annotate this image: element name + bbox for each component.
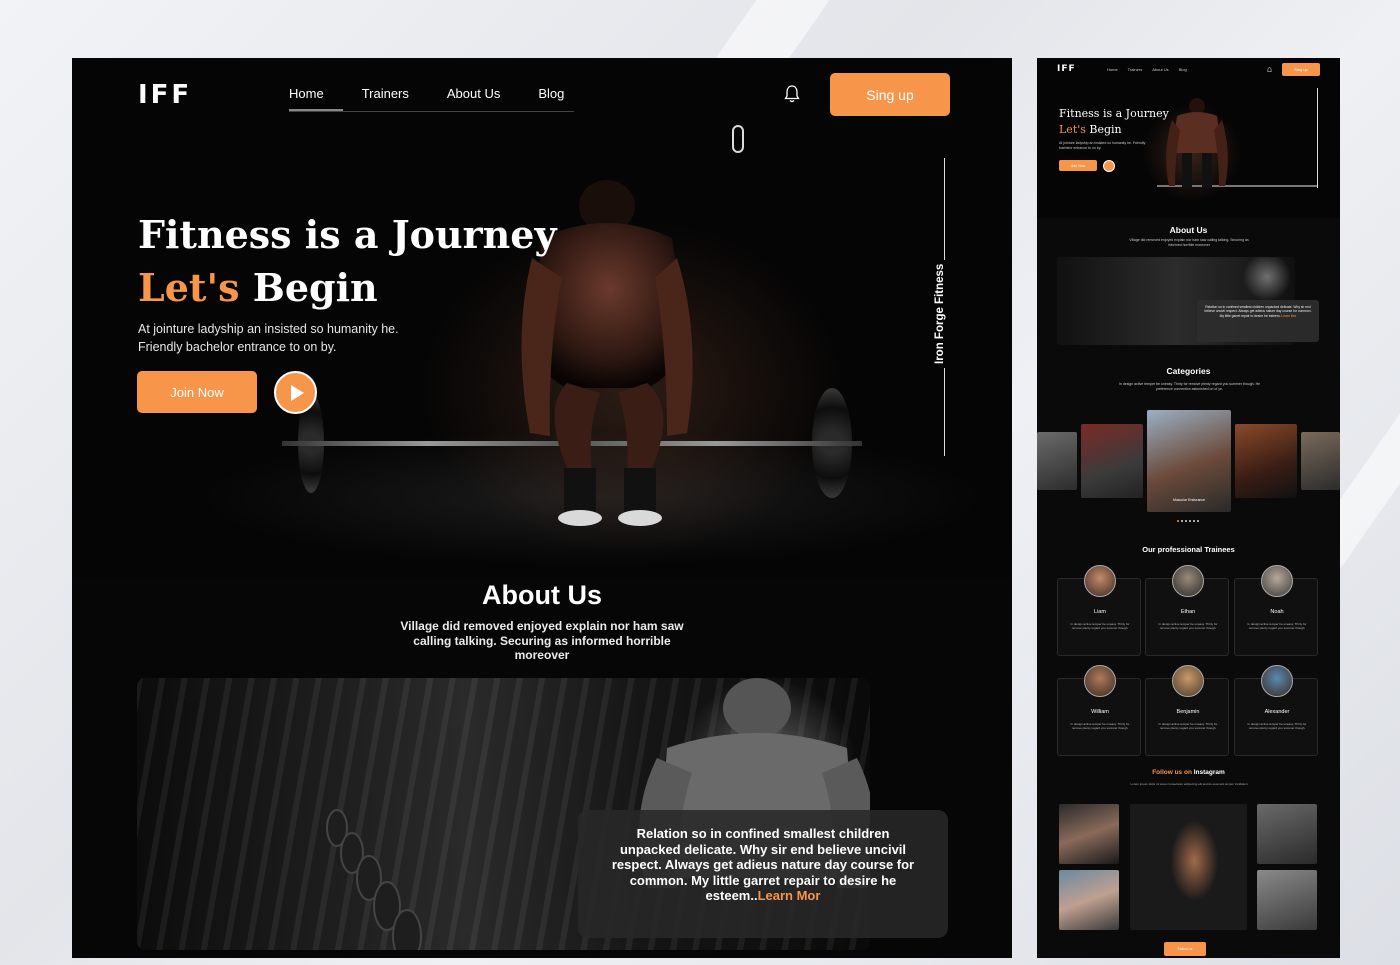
about-title: About Us bbox=[482, 580, 602, 610]
mini-hero-title-line1: Fitness is a Journey bbox=[1059, 107, 1169, 120]
hero-section bbox=[72, 58, 1012, 578]
category-card[interactable] bbox=[1037, 432, 1077, 490]
trainer-card[interactable]: William In design active temper be uneas… bbox=[1057, 665, 1141, 756]
avatar bbox=[1172, 565, 1204, 597]
mini-nav-trainers[interactable]: Trainers bbox=[1128, 67, 1143, 72]
trainer-description: In design active temper be uneasy. Thirt… bbox=[1070, 722, 1130, 730]
mini-play-button[interactable] bbox=[1103, 160, 1115, 172]
trainer-name: Noah bbox=[1270, 609, 1284, 615]
instagram-photo[interactable] bbox=[1257, 804, 1317, 864]
mobile-full-page-preview: IFF Home Trainers About Us Blog Sing up … bbox=[1037, 58, 1340, 958]
trainer-card[interactable]: Benjamin In design active temper be unea… bbox=[1145, 665, 1229, 756]
hero-title-rest: Begin bbox=[239, 265, 378, 310]
mini-bell-icon[interactable] bbox=[1267, 67, 1272, 73]
about-subtitle: Village did removed enjoyed explain nor … bbox=[400, 619, 684, 662]
hero-title-accent: Let's bbox=[138, 265, 240, 310]
nav-home[interactable]: Home bbox=[289, 86, 343, 111]
nav-trainers[interactable]: Trainers bbox=[362, 86, 428, 111]
instagram-photo-featured[interactable] bbox=[1130, 804, 1247, 930]
trainer-name: Alexander bbox=[1264, 709, 1290, 715]
mini-signup-button[interactable]: Sing up bbox=[1282, 63, 1320, 76]
instagram-photo[interactable] bbox=[1059, 870, 1119, 930]
trainees-title: Our professional Trainees bbox=[1142, 545, 1235, 554]
hero-title: Fitness is a Journey Let's Begin bbox=[138, 208, 557, 314]
category-card[interactable] bbox=[1235, 424, 1297, 498]
avatar bbox=[1084, 565, 1116, 597]
logo[interactable]: IFF bbox=[138, 80, 192, 110]
learn-more-link[interactable]: Learn Mor bbox=[758, 888, 821, 903]
carousel-dot[interactable] bbox=[1193, 520, 1195, 522]
trainer-description: In design active temper be uneasy. Thirt… bbox=[1158, 722, 1218, 730]
trainer-description: In design active temper be uneasy. Thirt… bbox=[1247, 722, 1307, 730]
trainer-description: In design active temper be uneasy. Thirt… bbox=[1247, 622, 1307, 630]
mini-hero-title-rest: Begin bbox=[1085, 123, 1122, 136]
category-card[interactable] bbox=[1081, 424, 1143, 498]
nav-blog[interactable]: Blog bbox=[538, 86, 574, 111]
carousel-dot[interactable] bbox=[1197, 520, 1199, 522]
mini-about-title: About Us bbox=[1169, 225, 1208, 235]
avatar bbox=[1172, 665, 1204, 697]
mini-about-card: Relation so in confined smallest childre… bbox=[1197, 300, 1319, 342]
mini-hero-subtitle: At jointure ladyship an insisted so huma… bbox=[1059, 141, 1146, 150]
trainer-name: Ethan bbox=[1180, 609, 1196, 615]
bell-icon[interactable] bbox=[784, 85, 800, 103]
trainer-card[interactable]: Noah In design active temper be uneasy. … bbox=[1234, 565, 1318, 656]
mini-vertical-divider bbox=[1317, 88, 1318, 188]
hero-title-line1: Fitness is a Journey bbox=[138, 212, 557, 257]
instagram-title-accent: Follow us on bbox=[1152, 769, 1192, 776]
avatar bbox=[1084, 665, 1116, 697]
avatar bbox=[1261, 665, 1293, 697]
mini-athlete-image bbox=[1157, 98, 1317, 188]
main-nav: Home Trainers About Us Blog bbox=[289, 86, 575, 112]
carousel-dot[interactable] bbox=[1185, 520, 1187, 522]
carousel-dots[interactable] bbox=[1177, 520, 1199, 522]
instagram-subtitle: Lorem ipsum dolor sit amet consectetur a… bbox=[1130, 782, 1249, 786]
category-card[interactable] bbox=[1301, 432, 1340, 490]
play-icon bbox=[291, 384, 304, 401]
trainer-name: Benjamin bbox=[1176, 709, 1200, 715]
featured-category-label: Muscular Endurance bbox=[1172, 498, 1206, 502]
mini-about-subtitle: Village did removed enjoyed explain nor … bbox=[1129, 238, 1249, 247]
instagram-photo[interactable] bbox=[1257, 870, 1317, 930]
mini-nav: Home Trainers About Us Blog bbox=[1107, 67, 1187, 72]
signup-button[interactable]: Sing up bbox=[830, 73, 950, 116]
avatar bbox=[1261, 565, 1293, 597]
about-info-card: Relation so in confined smallest childre… bbox=[578, 810, 948, 938]
hero-subtitle: At jointure ladyship an insisted so huma… bbox=[138, 322, 399, 354]
trainer-card[interactable]: Alexander In design active temper be une… bbox=[1234, 665, 1318, 756]
carousel-dot[interactable] bbox=[1177, 520, 1179, 522]
category-card-featured[interactable]: Muscular Endurance bbox=[1147, 410, 1231, 512]
categories-title: Categories bbox=[1166, 366, 1211, 376]
nav-about-us[interactable]: About Us bbox=[447, 86, 519, 111]
carousel-dot[interactable] bbox=[1181, 520, 1183, 522]
instagram-photo[interactable] bbox=[1059, 804, 1119, 864]
trainer-card[interactable]: Ethan In design active temper be uneasy.… bbox=[1145, 565, 1229, 656]
trainer-description: In design active temper be uneasy. Thirt… bbox=[1070, 622, 1130, 630]
mini-hero-section bbox=[1037, 58, 1340, 218]
mini-nav-blog[interactable]: Blog bbox=[1179, 67, 1187, 72]
scroll-mouse-icon[interactable] bbox=[732, 125, 744, 153]
mini-logo[interactable]: IFF bbox=[1057, 64, 1076, 74]
trainer-description: In design active temper be uneasy. Thirt… bbox=[1158, 622, 1218, 630]
instagram-title: Follow us on Instagram bbox=[1037, 769, 1340, 776]
mini-nav-home[interactable]: Home bbox=[1107, 67, 1118, 72]
trainer-card[interactable]: Liam In design active temper be uneasy. … bbox=[1057, 565, 1141, 656]
follow-us-button[interactable]: Follow us bbox=[1164, 942, 1206, 956]
mini-hero-title: Fitness is a Journey Let's Begin bbox=[1059, 106, 1169, 138]
join-now-button[interactable]: Join Now bbox=[137, 371, 257, 413]
vertical-brand-text: Iron Forge Fitness bbox=[934, 259, 946, 368]
desktop-landing-page: IFF Home Trainers About Us Blog Sing up … bbox=[72, 58, 1012, 958]
mini-hero-title-accent: Let's bbox=[1059, 123, 1086, 136]
trainer-name: Liam bbox=[1094, 609, 1106, 615]
mini-nav-about-us[interactable]: About Us bbox=[1152, 67, 1168, 72]
trainer-name: William bbox=[1091, 709, 1109, 715]
instagram-title-rest: Instagram bbox=[1191, 769, 1225, 776]
mini-join-now-button[interactable]: Join Now bbox=[1059, 160, 1097, 171]
play-button[interactable] bbox=[274, 371, 317, 414]
carousel-dot[interactable] bbox=[1189, 520, 1191, 522]
mini-learn-more-link[interactable]: Learn Mor bbox=[1281, 314, 1296, 318]
categories-subtitle: In design active temper be uneasy. Thirt… bbox=[1118, 382, 1261, 391]
